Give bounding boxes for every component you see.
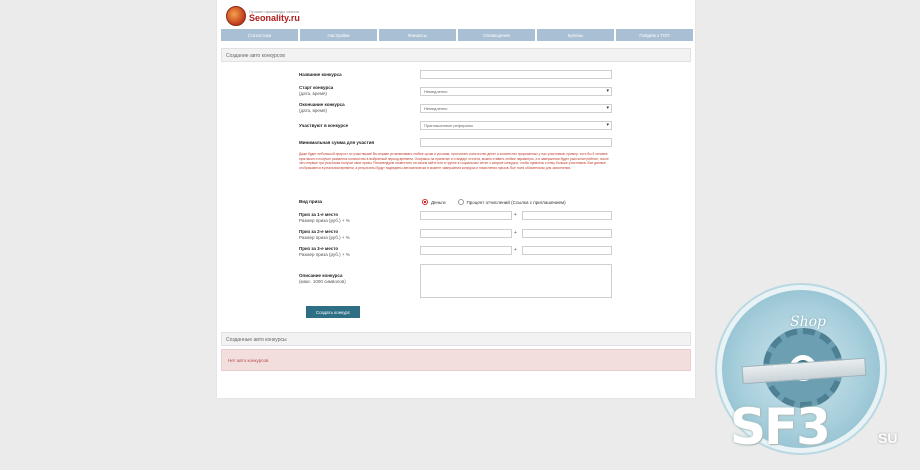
- place3-percent-input[interactable]: [522, 246, 612, 255]
- create-contest-button[interactable]: Создать конкурс: [306, 306, 360, 318]
- nav-item-statistics[interactable]: Статистика: [221, 29, 298, 41]
- place2-amount-input[interactable]: [420, 229, 512, 238]
- nav-item-notifications[interactable]: Оповещения: [458, 29, 535, 41]
- place2-plus: +: [514, 230, 517, 236]
- logo-name: Seonality.ru: [249, 12, 300, 23]
- end-label: Окончание конкурса (дата, время): [299, 102, 345, 113]
- place2-percent-input[interactable]: [522, 229, 612, 238]
- prize-percent-label: Процент отчислений (Ссылка с приглашение…: [466, 199, 566, 205]
- end-select[interactable]: Немедленно: [420, 104, 612, 113]
- prize-money-radio[interactable]: [422, 199, 428, 205]
- top-nav: Статистика Настройки Финансы Оповещения …: [221, 29, 693, 41]
- main-page: Лучшие промокоды сезона Seonality.ru Ста…: [217, 0, 695, 398]
- description-textarea[interactable]: [420, 264, 612, 298]
- prize-money-label: Деньги: [431, 199, 446, 205]
- place3-amount-input[interactable]: [420, 246, 512, 255]
- min-amount-input[interactable]: [420, 138, 612, 147]
- contest-name-label: Название конкурса: [299, 72, 342, 77]
- site-logo[interactable]: Лучшие промокоды сезона Seonality.ru: [226, 5, 300, 27]
- start-sublabel: (дата, время): [299, 91, 327, 96]
- watermark-domain: SU: [878, 430, 898, 446]
- place1-sublabel: Размер приза (руб.) + %: [299, 218, 350, 223]
- place2-label: Приз за 2-е место Размер приза (руб.) + …: [299, 229, 350, 240]
- place3-sublabel: Размер приза (руб.) + %: [299, 252, 350, 257]
- place1-percent-input[interactable]: [522, 211, 612, 220]
- contest-name-input[interactable]: [420, 70, 612, 79]
- participants-label: Участвуют в конкурсе: [299, 123, 349, 128]
- place2-sublabel: Размер приза (руб.) + %: [299, 235, 350, 240]
- participants-select[interactable]: Приглашенные рефералы: [420, 121, 612, 130]
- min-amount-label: Минимальная сумма для участия: [299, 140, 375, 145]
- prize-percent-radio[interactable]: [457, 199, 464, 205]
- prize-type-options: Деньги Процент отчислений (Ссылка с приг…: [422, 199, 566, 205]
- empty-contests-alert: Нет авто конкурсов: [221, 349, 691, 371]
- section-create-header: Создание авто конкурсов: [221, 48, 691, 62]
- watermark-shop-text: Shop: [790, 314, 826, 330]
- watermark-brand: SF3: [730, 398, 831, 456]
- place3-label: Приз за 3-е место Размер приза (руб.) + …: [299, 246, 350, 257]
- place1-plus: +: [514, 212, 517, 218]
- nav-item-coupons[interactable]: Купоны: [537, 29, 614, 41]
- logo-icon: [226, 6, 246, 26]
- nav-item-settings[interactable]: Настройки: [300, 29, 377, 41]
- description-label: Описание конкурса (макс. 1000 символов): [299, 273, 346, 284]
- section-created-header: Созданные авто конкурсы: [221, 332, 691, 346]
- start-label: Старт конкурса (дата, время): [299, 85, 334, 96]
- start-select[interactable]: Немедленно: [420, 87, 612, 96]
- description-sublabel: (макс. 1000 символов): [299, 279, 346, 284]
- nav-item-top[interactable]: Пойдём к ТОП: [616, 29, 693, 41]
- end-sublabel: (дата, время): [299, 108, 327, 113]
- place1-label: Приз за 1-е место Размер приза (руб.) + …: [299, 212, 350, 223]
- place1-amount-input[interactable]: [420, 211, 512, 220]
- place3-plus: +: [514, 247, 517, 253]
- prize-type-label: Вид приза: [299, 199, 323, 204]
- rules-warning: Даже будет небольшой прирост по участник…: [299, 152, 609, 170]
- nav-item-finance[interactable]: Финансы: [379, 29, 456, 41]
